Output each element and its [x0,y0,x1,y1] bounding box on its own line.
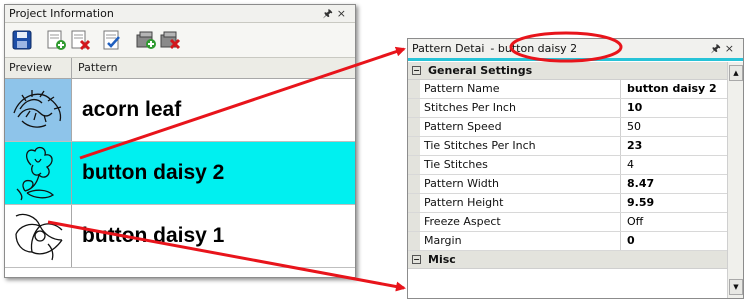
annotation-arrow-to-grid [47,220,406,292]
annotation-arrow-to-title [79,46,406,160]
annotation-overlay [47,31,623,292]
annotation-title-circle [509,31,623,63]
